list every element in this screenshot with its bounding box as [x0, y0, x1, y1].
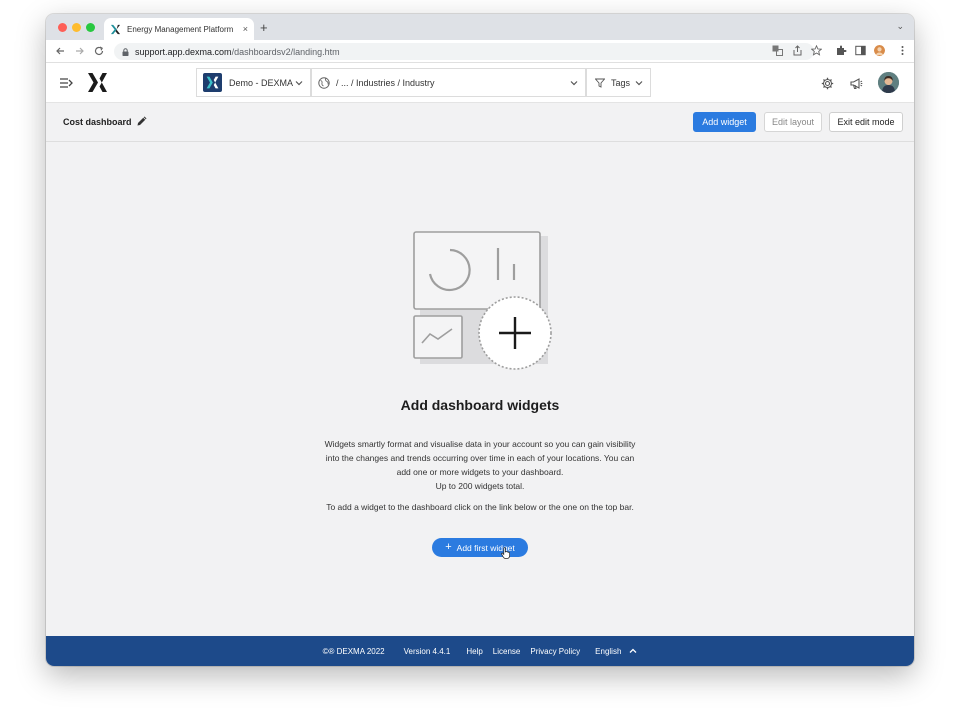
empty-state-description-text: Widgets smartly format and visualise dat…	[324, 439, 636, 477]
chevron-down-icon	[570, 81, 578, 86]
language-label: English	[595, 646, 622, 656]
reload-icon[interactable]	[94, 46, 104, 56]
tab-search-button[interactable]: ⌄	[896, 21, 904, 32]
minimize-window-button[interactable]	[72, 23, 81, 32]
organization-selector[interactable]: Demo - DEXMA	[196, 68, 311, 97]
close-window-button[interactable]	[58, 23, 67, 32]
app-header: Demo - DEXMA / ... / Industries / Indust…	[46, 63, 914, 103]
globe-icon	[318, 76, 330, 89]
pencil-icon[interactable]	[136, 115, 148, 127]
add-first-widget-button[interactable]: + Add first widget	[432, 538, 528, 557]
copyright-text: ©® DEXMA 2022	[322, 646, 385, 656]
privacy-policy-link[interactable]: Privacy Policy	[530, 647, 580, 656]
tab-title: Energy Management Platform	[127, 24, 234, 34]
back-arrow-icon[interactable]	[55, 46, 65, 56]
help-link[interactable]: Help	[466, 647, 482, 656]
profile-avatar-icon[interactable]	[874, 45, 885, 56]
tags-filter[interactable]: Tags	[586, 68, 651, 97]
bookmark-star-icon[interactable]	[811, 45, 822, 56]
app-footer: ©® DEXMA 2022 Version 4.4.1 Help License…	[46, 636, 914, 666]
hand-cursor-icon	[501, 547, 510, 559]
browser-window: Energy Management Platform × + ⌄ support…	[46, 14, 914, 666]
translate-icon[interactable]	[772, 45, 783, 56]
chevron-down-icon	[635, 81, 643, 86]
hamburger-icon[interactable]	[60, 77, 73, 89]
dexma-favicon-icon	[110, 24, 121, 34]
empty-state-description: Widgets smartly format and visualise dat…	[324, 437, 636, 493]
forward-arrow-icon[interactable]	[75, 46, 85, 56]
empty-state-limit: Up to 200 widgets total.	[435, 481, 525, 491]
organization-logo	[203, 73, 222, 92]
empty-state-heading: Add dashboard widgets	[400, 397, 560, 413]
browser-tab-strip: Energy Management Platform × + ⌄	[46, 14, 914, 40]
location-selector[interactable]: / ... / Industries / Industry	[311, 68, 586, 97]
browser-tab[interactable]: Energy Management Platform ×	[104, 18, 254, 40]
chevron-up-icon	[629, 648, 637, 654]
license-link[interactable]: License	[493, 647, 521, 656]
user-avatar[interactable]	[878, 72, 899, 93]
version-text: Version 4.4.1	[403, 646, 451, 656]
lock-icon	[122, 47, 129, 56]
edit-layout-button[interactable]: Edit layout	[764, 112, 822, 132]
browser-menu-icon[interactable]	[897, 45, 908, 56]
plus-icon: +	[445, 541, 452, 553]
exit-edit-mode-button[interactable]: Exit edit mode	[829, 112, 903, 132]
url-host: support.app.dexma.com	[135, 46, 232, 57]
user-avatar-icon	[878, 72, 899, 93]
address-bar[interactable]: support.app.dexma.com/dashboardsv2/landi…	[114, 43, 814, 60]
extensions-puzzle-icon[interactable]	[836, 45, 847, 56]
side-panel-icon[interactable]	[855, 45, 866, 56]
browser-toolbar: support.app.dexma.com/dashboardsv2/landi…	[46, 40, 914, 63]
url-text: support.app.dexma.com/dashboardsv2/landi…	[135, 47, 340, 57]
dexma-mini-logo-icon	[206, 76, 219, 89]
chevron-down-icon	[295, 81, 303, 86]
new-tab-button[interactable]: +	[260, 20, 268, 35]
filter-icon	[595, 78, 605, 88]
url-path: /dashboardsv2/landing.htm	[231, 46, 340, 57]
gear-icon[interactable]	[821, 77, 834, 90]
megaphone-icon[interactable]	[850, 77, 863, 90]
tab-close-icon[interactable]: ×	[243, 24, 248, 34]
organization-name: Demo - DEXMA	[229, 77, 294, 88]
dexma-logo[interactable]	[87, 72, 108, 93]
share-icon[interactable]	[792, 45, 803, 56]
maximize-window-button[interactable]	[86, 23, 95, 32]
tags-label: Tags	[611, 77, 631, 88]
widgets-illustration	[413, 231, 552, 370]
add-widget-button[interactable]: Add widget	[693, 112, 756, 132]
dashboard-toolbar: Cost dashboard Add widget Edit layout Ex…	[46, 103, 914, 142]
location-path: / ... / Industries / Industry	[336, 77, 435, 88]
language-selector[interactable]: English	[590, 647, 637, 656]
dashboard-title: Cost dashboard	[63, 117, 132, 127]
empty-state-instruction: To add a widget to the dashboard click o…	[326, 502, 634, 512]
